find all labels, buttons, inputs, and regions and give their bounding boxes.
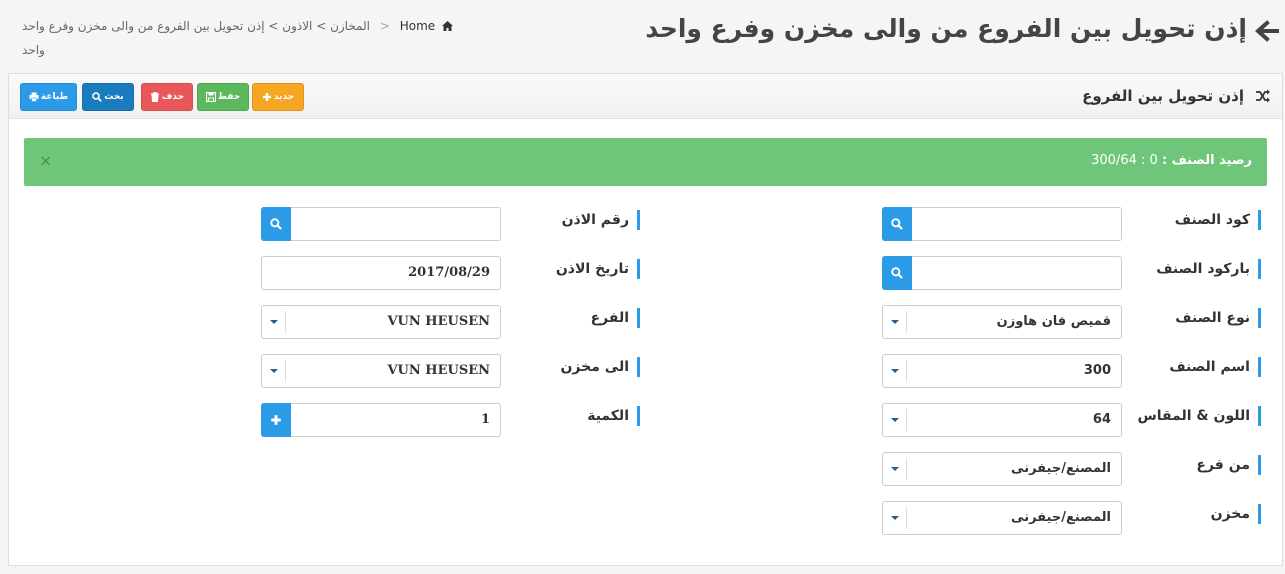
chevron-down-icon[interactable] — [262, 360, 286, 382]
breadcrumb: المخازن > الاذون > إذن تحويل بين الفروع … — [22, 19, 453, 33]
breadcrumb-home-label[interactable]: Home — [400, 19, 435, 33]
store-label: مخزن — [1211, 504, 1261, 524]
item-name-select[interactable]: 300 — [882, 354, 1122, 388]
search-button[interactable]: بحث — [82, 83, 134, 111]
search-label: بحث — [104, 92, 124, 102]
from-branch-label: من فرع — [1196, 455, 1261, 475]
chevron-down-icon[interactable] — [883, 458, 907, 480]
item-code-input[interactable] — [882, 207, 1122, 241]
transfer-panel: إذن تحويل بين الفروع جديد حفظ حذف بحث طب… — [8, 73, 1283, 566]
panel-header: إذن تحويل بين الفروع جديد حفظ حذف بحث طب… — [9, 74, 1282, 119]
alert-value: 300/64 : 0 — [1091, 153, 1158, 168]
save-label: حفظ — [217, 92, 241, 102]
chevron-down-icon[interactable] — [262, 311, 286, 333]
color-size-select[interactable]: 64 — [882, 403, 1122, 437]
new-button[interactable]: جديد — [252, 83, 304, 111]
chevron-down-icon[interactable] — [883, 507, 907, 529]
from-branch-select[interactable]: المصنع/جيفرنى — [882, 452, 1122, 486]
print-icon — [29, 92, 39, 102]
item-code-label: كود الصنف — [1175, 210, 1261, 230]
shuffle-icon — [1256, 89, 1270, 103]
branch-label: الفرع — [591, 308, 640, 328]
close-icon[interactable]: × — [39, 151, 52, 170]
page-header: إذن تحويل بين الفروع من والى مخزن وفرع و… — [0, 0, 1285, 72]
save-icon — [205, 92, 216, 102]
search-icon — [92, 92, 103, 102]
branch-select[interactable]: VUN HEUSEN — [261, 305, 501, 339]
chevron-down-icon[interactable] — [883, 409, 907, 431]
print-label: طباعة — [40, 92, 69, 102]
new-label: جديد — [273, 92, 295, 102]
to-store-label: الى مخزن — [560, 357, 640, 377]
permit-date-label: تاريخ الاذن — [556, 259, 640, 279]
page-title: إذن تحويل بين الفروع من والى مخزن وفرع و… — [645, 14, 1247, 43]
breadcrumb-home[interactable]: Home — [400, 19, 453, 33]
store-select[interactable]: المصنع/جيفرنى — [882, 501, 1122, 535]
search-icon — [270, 218, 282, 230]
item-barcode-label: باركود الصنف — [1156, 259, 1261, 279]
plus-icon — [262, 93, 271, 101]
chevron-down-icon[interactable] — [883, 311, 907, 333]
item-type-label: نوع الصنف — [1175, 308, 1261, 328]
breadcrumb-path[interactable]: المخازن > الاذون > إذن تحويل بين الفروع … — [22, 19, 370, 33]
delete-button[interactable]: حذف — [141, 83, 193, 111]
chevron-down-icon[interactable] — [883, 360, 907, 382]
quantity-input[interactable]: 1 — [261, 403, 501, 437]
permit-number-input[interactable] — [261, 207, 501, 241]
breadcrumb-continuation: واحد — [22, 43, 45, 57]
alert-label: رصيد الصنف : — [1161, 153, 1252, 168]
search-icon — [891, 267, 903, 279]
trash-icon — [150, 92, 159, 102]
permit-date-input[interactable]: 2017/08/29 — [261, 256, 501, 290]
item-barcode-input[interactable] — [882, 256, 1122, 290]
plus-icon — [271, 415, 281, 425]
search-icon — [891, 218, 903, 230]
permit-number-label: رقم الاذن — [562, 210, 640, 230]
permit-number-search-button[interactable] — [261, 207, 291, 241]
save-button[interactable]: حفظ — [197, 83, 249, 111]
print-button[interactable]: طباعة — [20, 83, 77, 111]
back-arrow-icon[interactable] — [1253, 18, 1279, 44]
item-type-select[interactable]: قميص فان هاوزن — [882, 305, 1122, 339]
item-name-label: اسم الصنف — [1169, 357, 1261, 377]
color-size-label: اللون & المقاس — [1137, 406, 1261, 426]
item-barcode-search-button[interactable] — [882, 256, 912, 290]
home-icon — [441, 21, 453, 31]
item-code-search-button[interactable] — [882, 207, 912, 241]
add-quantity-button[interactable] — [261, 403, 291, 437]
quantity-label: الكمية — [587, 406, 640, 426]
to-store-select[interactable]: VUN HEUSEN — [261, 354, 501, 388]
panel-title: إذن تحويل بين الفروع — [1082, 87, 1244, 105]
stock-balance-alert: رصيد الصنف : 300/64 : 0 × — [24, 138, 1267, 186]
delete-label: حذف — [161, 92, 185, 102]
